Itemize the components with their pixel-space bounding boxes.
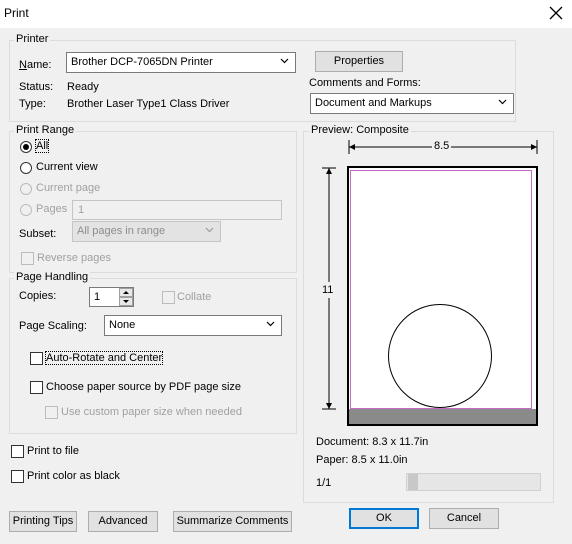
chevron-down-icon [280,58,289,64]
type-value: Brother Laser Type1 Class Driver [67,98,230,110]
range-current-view-radio[interactable] [20,162,32,174]
preview-page [347,166,538,426]
chevron-down-icon [266,321,275,327]
comments-forms-value: Document and Markups [315,97,432,109]
subset-select[interactable]: All pages in range [72,221,221,242]
status-label: Status: [19,81,54,93]
pages-input-value: 1 [78,204,85,216]
copies-spin-up[interactable] [119,288,133,297]
copies-label: Copies: [19,290,57,302]
range-pages-radio[interactable] [20,204,32,216]
range-all-label[interactable]: All [34,139,50,153]
range-all-radio[interactable] [20,141,32,153]
range-current-page-label[interactable]: Current page [36,182,100,194]
close-icon [549,6,563,20]
reverse-pages-checkbox[interactable] [21,252,34,265]
preview-height-label: 11 [322,282,334,298]
range-current-view-label[interactable]: Current view [36,161,98,173]
properties-button[interactable]: Properties [315,51,403,72]
cancel-label: Cancel [446,512,482,524]
printing-tips-button[interactable]: Printing Tips [9,511,77,532]
reverse-pages-label[interactable]: Reverse pages [37,252,111,264]
status-value: Ready [67,81,99,93]
print-to-file-checkbox[interactable] [11,445,24,458]
preview-circle-shape [388,304,492,408]
advanced-button[interactable]: Advanced [88,511,158,532]
preview-legend: Preview: Composite [309,124,411,136]
comments-forms-select[interactable]: Document and Markups [310,93,514,114]
auto-rotate-label[interactable]: Auto-Rotate and Center [44,351,164,365]
printer-select-value: Brother DCP-7065DN Printer [71,56,213,68]
name-label: Name: [19,59,52,71]
cancel-button[interactable]: Cancel [429,508,499,529]
page-scaling-label: Page Scaling: [19,320,87,332]
summarize-comments-button[interactable]: Summarize Comments [173,511,292,532]
page-indicator: 1/1 [316,477,332,489]
spin-up-icon [123,291,129,294]
title-bar [0,0,572,28]
paper-source-checkbox[interactable] [30,381,43,394]
page-scaling-select[interactable]: None [104,315,282,336]
printing-tips-label: Printing Tips [12,515,74,527]
chevron-down-icon [205,227,214,233]
document-size: Document: 8.3 x 11.7in [316,436,429,448]
printer-legend: Printer [14,33,51,45]
auto-rotate-checkbox[interactable] [30,352,43,365]
chevron-down-icon [498,99,507,105]
preview-slider-thumb[interactable] [408,474,418,490]
print-range-legend: Print Range [14,124,77,136]
spin-down-icon [123,300,129,303]
print-to-file-label[interactable]: Print to file [27,445,79,457]
ok-label: OK [376,512,392,524]
custom-paper-checkbox[interactable] [45,406,58,419]
preview-unprintable-margin [349,409,536,424]
printer-select[interactable]: Brother DCP-7065DN Printer [66,52,296,73]
subset-label: Subset: [19,228,57,240]
subset-value: All pages in range [77,225,166,237]
type-label: Type: [19,98,46,110]
close-button[interactable] [546,3,566,23]
ok-button[interactable]: OK [349,508,419,529]
range-pages-label[interactable]: Pages [36,203,67,215]
page-scaling-value: None [109,319,136,331]
print-color-black-label[interactable]: Print color as black [27,470,120,482]
advanced-label: Advanced [98,515,148,527]
collate-label[interactable]: Collate [177,291,211,303]
preview-width-label: 8.5 [432,140,452,152]
comments-forms-label: Comments and Forms: [309,77,421,89]
copies-spin-down[interactable] [119,297,133,306]
copies-value: 1 [94,291,101,303]
pages-input[interactable]: 1 [72,200,282,220]
range-current-page-radio[interactable] [20,183,32,195]
summarize-comments-label: Summarize Comments [176,515,289,527]
custom-paper-label[interactable]: Use custom paper size when needed [61,406,242,418]
copies-input[interactable]: 1 [89,287,134,307]
preview-page-slider[interactable] [406,473,541,491]
paper-source-label[interactable]: Choose paper source by PDF page size [46,381,241,393]
paper-size: Paper: 8.5 x 11.0in [316,454,408,466]
collate-checkbox[interactable] [162,291,175,304]
page-handling-legend: Page Handling [14,271,91,283]
print-color-black-checkbox[interactable] [11,470,24,483]
properties-label: Properties [333,55,385,67]
window-title: Print [4,6,29,20]
